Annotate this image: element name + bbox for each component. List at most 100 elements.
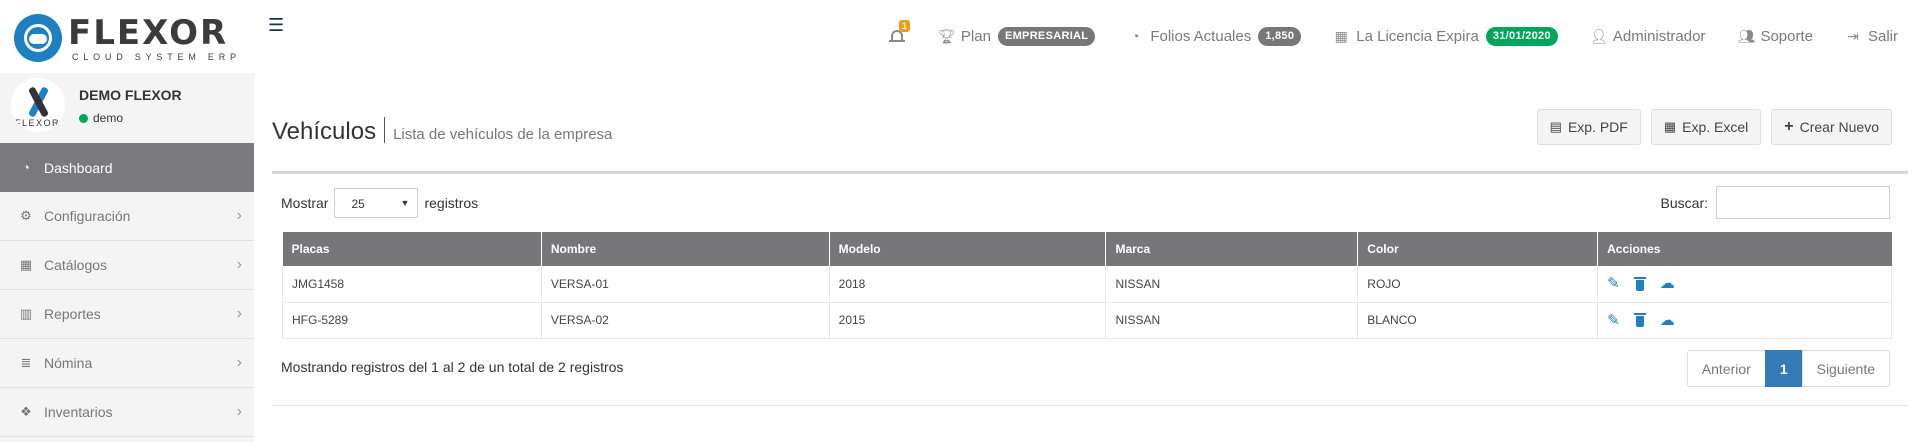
pagination-previous[interactable]: Anterior	[1686, 350, 1766, 387]
dashboard-icon: ◔	[22, 160, 30, 175]
folios-indicator[interactable]: ◔ Folios Actuales 1,850	[1127, 26, 1302, 46]
column-header-acciones: Acciones	[1597, 232, 1892, 266]
page-subtitle: Lista de vehículos de la empresa	[393, 126, 613, 143]
calendar-icon: ▦	[1334, 27, 1348, 44]
trash-icon[interactable]	[1633, 276, 1646, 291]
table-header-row: Placas Nombre Modelo Marca Color Accione…	[282, 232, 1892, 266]
page-size-control: Mostrar 25 ▼ registros	[281, 188, 478, 218]
export-pdf-label: Exp. PDF	[1567, 119, 1628, 135]
cloud-upload-icon[interactable]: ☁︎	[1660, 276, 1675, 291]
sidebar-item-label: Dashboard	[44, 159, 113, 176]
cell-color: BLANCO	[1357, 302, 1599, 339]
cell-actions: ✎ ☁︎	[1597, 266, 1892, 303]
page-title: Vehículos	[272, 118, 377, 145]
avatar-text: FLEXOR	[15, 118, 61, 128]
sidebar-item-label: Reportes	[44, 306, 101, 322]
search-input[interactable]	[1716, 186, 1890, 219]
sidebar-user-name: DEMO FLEXOR	[79, 87, 182, 103]
sidebar-item-nomina[interactable]: ≣ Nómina ›	[0, 339, 254, 388]
user-menu[interactable]: 👤︎ Administrador	[1590, 28, 1706, 45]
file-pdf-icon: ▤	[1549, 119, 1562, 134]
sidebar-menu: ◔ Dashboard ⚙︎ Configuración › ▦ Catálog…	[0, 143, 254, 437]
logout-label: Salir	[1867, 27, 1898, 45]
flexor-logo[interactable]: FLEXOR CLOUD SYSTEM ERP	[14, 14, 246, 64]
sidebar-item-configuracion[interactable]: ⚙︎ Configuración ›	[0, 192, 254, 241]
sidebar-item-reportes[interactable]: ▥ Reportes ›	[0, 290, 254, 339]
hamburger-icon[interactable]: ☰	[268, 16, 284, 34]
sidebar-item-catalogos[interactable]: ▦ Catálogos ›	[0, 241, 254, 290]
content-header: Vehículos Lista de vehículos de la empre…	[272, 113, 612, 149]
pagination-page[interactable]: 1	[1764, 350, 1803, 387]
column-header-color[interactable]: Color	[1357, 232, 1599, 266]
logout-link[interactable]: ⇥ Salir	[1845, 28, 1898, 45]
sidebar-user-status: demo	[79, 111, 123, 125]
cell-modelo: 2018	[829, 266, 1107, 303]
search-label: Buscar:	[1660, 194, 1708, 211]
export-excel-label: Exp. Excel	[1682, 119, 1749, 135]
cogs-icon: ⚙︎	[20, 208, 32, 223]
sidebar-item-inventarios[interactable]: ❖ Inventarios ›	[0, 388, 254, 437]
trash-icon[interactable]	[1633, 313, 1646, 327]
online-status-icon	[79, 113, 88, 123]
page-actions: ▤ Exp. PDF ▦ Exp. Excel + Crear Nuevo	[1536, 109, 1892, 145]
sign-out-icon: ⇥	[1847, 27, 1859, 44]
support-label: Soporte	[1760, 27, 1813, 45]
cell-actions: ✎ ☁︎	[1597, 302, 1892, 339]
table-info: Mostrando registros del 1 al 2 de un tot…	[281, 359, 624, 375]
bar-chart-icon: ▥	[19, 306, 33, 321]
dropbox-icon: ❖	[20, 404, 32, 419]
top-nav: 1 🏆︎ Plan EMPRESARIAL ◔ Folios Actuales …	[888, 20, 1898, 50]
export-excel-button[interactable]: ▦ Exp. Excel	[1650, 109, 1762, 145]
pagination: Anterior 1 Siguiente	[1686, 350, 1890, 387]
cell-marca: NISSAN	[1105, 302, 1359, 339]
cell-placas: HFG-5289	[282, 302, 542, 339]
box-top-border	[272, 171, 1908, 174]
title-separator	[384, 117, 386, 143]
grid-icon: ▦	[19, 257, 33, 272]
plus-icon: +	[1784, 118, 1794, 135]
page-size-select[interactable]: 25 ▼	[334, 188, 419, 218]
records-label: registros	[424, 195, 479, 211]
cloud-upload-icon[interactable]: ☁︎	[1660, 313, 1675, 328]
folios-label: Folios Actuales	[1150, 27, 1252, 45]
dashboard-icon: ◔	[1131, 28, 1140, 44]
chevron-right-icon: ›	[236, 403, 242, 420]
license-badge: 31/01/2020	[1485, 26, 1558, 46]
column-header-placas[interactable]: Placas	[282, 232, 542, 266]
plan-badge: EMPRESARIAL	[997, 26, 1096, 46]
avatar: FLEXOR	[11, 78, 65, 132]
sidebar-item-dashboard[interactable]: ◔ Dashboard	[0, 143, 254, 192]
plan-indicator[interactable]: 🏆︎ Plan EMPRESARIAL	[937, 26, 1096, 46]
sidebar-item-label: Nómina	[44, 355, 93, 371]
license-indicator[interactable]: ▦ La Licencia Expira 31/01/2020	[1333, 26, 1558, 46]
column-header-modelo[interactable]: Modelo	[829, 232, 1107, 266]
plan-label: Plan	[960, 27, 991, 45]
cell-color: ROJO	[1357, 266, 1599, 303]
notifications-button[interactable]: 1	[888, 20, 910, 46]
bell-icon: 1	[888, 20, 910, 46]
create-new-button[interactable]: + Crear Nuevo	[1771, 109, 1892, 145]
pencil-icon[interactable]: ✎	[1607, 276, 1620, 291]
export-pdf-button[interactable]: ▤ Exp. PDF	[1536, 109, 1641, 145]
cell-nombre: VERSA-02	[541, 302, 830, 339]
sidebar-item-label: Inventarios	[44, 404, 113, 420]
folios-badge: 1,850	[1258, 26, 1302, 46]
cell-placas: JMG1458	[282, 266, 542, 303]
pencil-icon[interactable]: ✎	[1607, 313, 1620, 328]
users-icon: 👥︎	[1737, 27, 1756, 44]
cell-nombre: VERSA-01	[541, 266, 830, 303]
brand-name: FLEXOR	[68, 13, 229, 53]
user-menu-label: Administrador	[1612, 27, 1706, 45]
caret-down-icon: ▼	[400, 198, 410, 208]
page-size-value: 25	[351, 197, 365, 211]
create-new-label: Crear Nuevo	[1799, 119, 1879, 135]
support-link[interactable]: 👥︎ Soporte	[1737, 28, 1813, 45]
column-header-marca[interactable]: Marca	[1105, 232, 1359, 266]
sidebar-item-label: Configuración	[44, 208, 131, 224]
chevron-right-icon: ›	[236, 256, 242, 273]
trophy-icon: 🏆︎	[937, 27, 956, 44]
show-label: Mostrar	[281, 195, 329, 211]
column-header-nombre[interactable]: Nombre	[541, 232, 830, 266]
search-control: Buscar:	[1661, 186, 1890, 219]
pagination-next[interactable]: Siguiente	[1801, 350, 1890, 387]
